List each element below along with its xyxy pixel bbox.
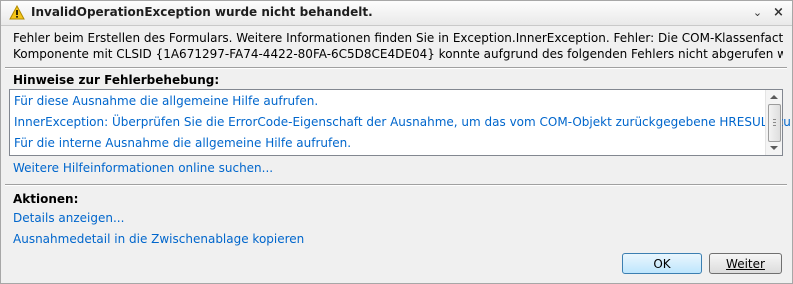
divider bbox=[5, 184, 787, 186]
exception-message-line-1: Fehler beim Erstellen des Formulars. Wei… bbox=[13, 31, 783, 45]
exception-message-line-2: Komponente mit CLSID {1A671297-FA74-4422… bbox=[13, 47, 783, 61]
grip-line bbox=[773, 125, 776, 126]
title-bar: InvalidOperationException wurde nicht be… bbox=[1, 1, 792, 26]
warning-icon bbox=[9, 5, 25, 20]
scroll-thumb[interactable] bbox=[768, 104, 781, 142]
ok-button[interactable]: OK bbox=[622, 253, 702, 274]
grip-line bbox=[773, 119, 776, 120]
scroll-down-arrow-icon[interactable] bbox=[770, 146, 778, 150]
exception-message: Fehler beim Erstellen des Formulars. Wei… bbox=[13, 30, 783, 62]
continue-button[interactable]: Weiter bbox=[709, 253, 782, 274]
dialog-title: InvalidOperationException wurde nicht be… bbox=[31, 5, 373, 19]
online-help-link[interactable]: Weitere Hilfeinformationen online suchen… bbox=[13, 161, 273, 175]
troubleshooting-tips-list: Für diese Ausnahme die allgemeine Hilfe … bbox=[9, 89, 792, 156]
vertical-scrollbar[interactable] bbox=[765, 90, 782, 155]
exception-assistant-dialog: InvalidOperationException wurde nicht be… bbox=[0, 0, 793, 284]
close-icon[interactable]: × bbox=[771, 5, 786, 20]
grip-line bbox=[773, 122, 776, 123]
divider bbox=[5, 67, 787, 69]
actions-heading: Aktionen: bbox=[13, 192, 79, 206]
hint-inner-exception-help[interactable]: Für die interne Ausnahme die allgemeine … bbox=[14, 136, 351, 150]
view-details-link[interactable]: Details anzeigen... bbox=[13, 211, 124, 225]
continue-button-label: Weiter bbox=[726, 257, 765, 271]
chevron-down-icon[interactable]: ⌄ bbox=[750, 5, 765, 20]
scroll-up-arrow-icon[interactable] bbox=[770, 95, 778, 99]
copy-exception-detail-link[interactable]: Ausnahmedetail in die Zwischenablage kop… bbox=[13, 232, 304, 246]
hint-general-help[interactable]: Für diese Ausnahme die allgemeine Hilfe … bbox=[14, 94, 318, 108]
troubleshooting-heading: Hinweise zur Fehlerbehebung: bbox=[13, 73, 220, 87]
hint-inner-exception-errorcode[interactable]: InnerException: Überprüfen Sie die Error… bbox=[14, 115, 792, 129]
